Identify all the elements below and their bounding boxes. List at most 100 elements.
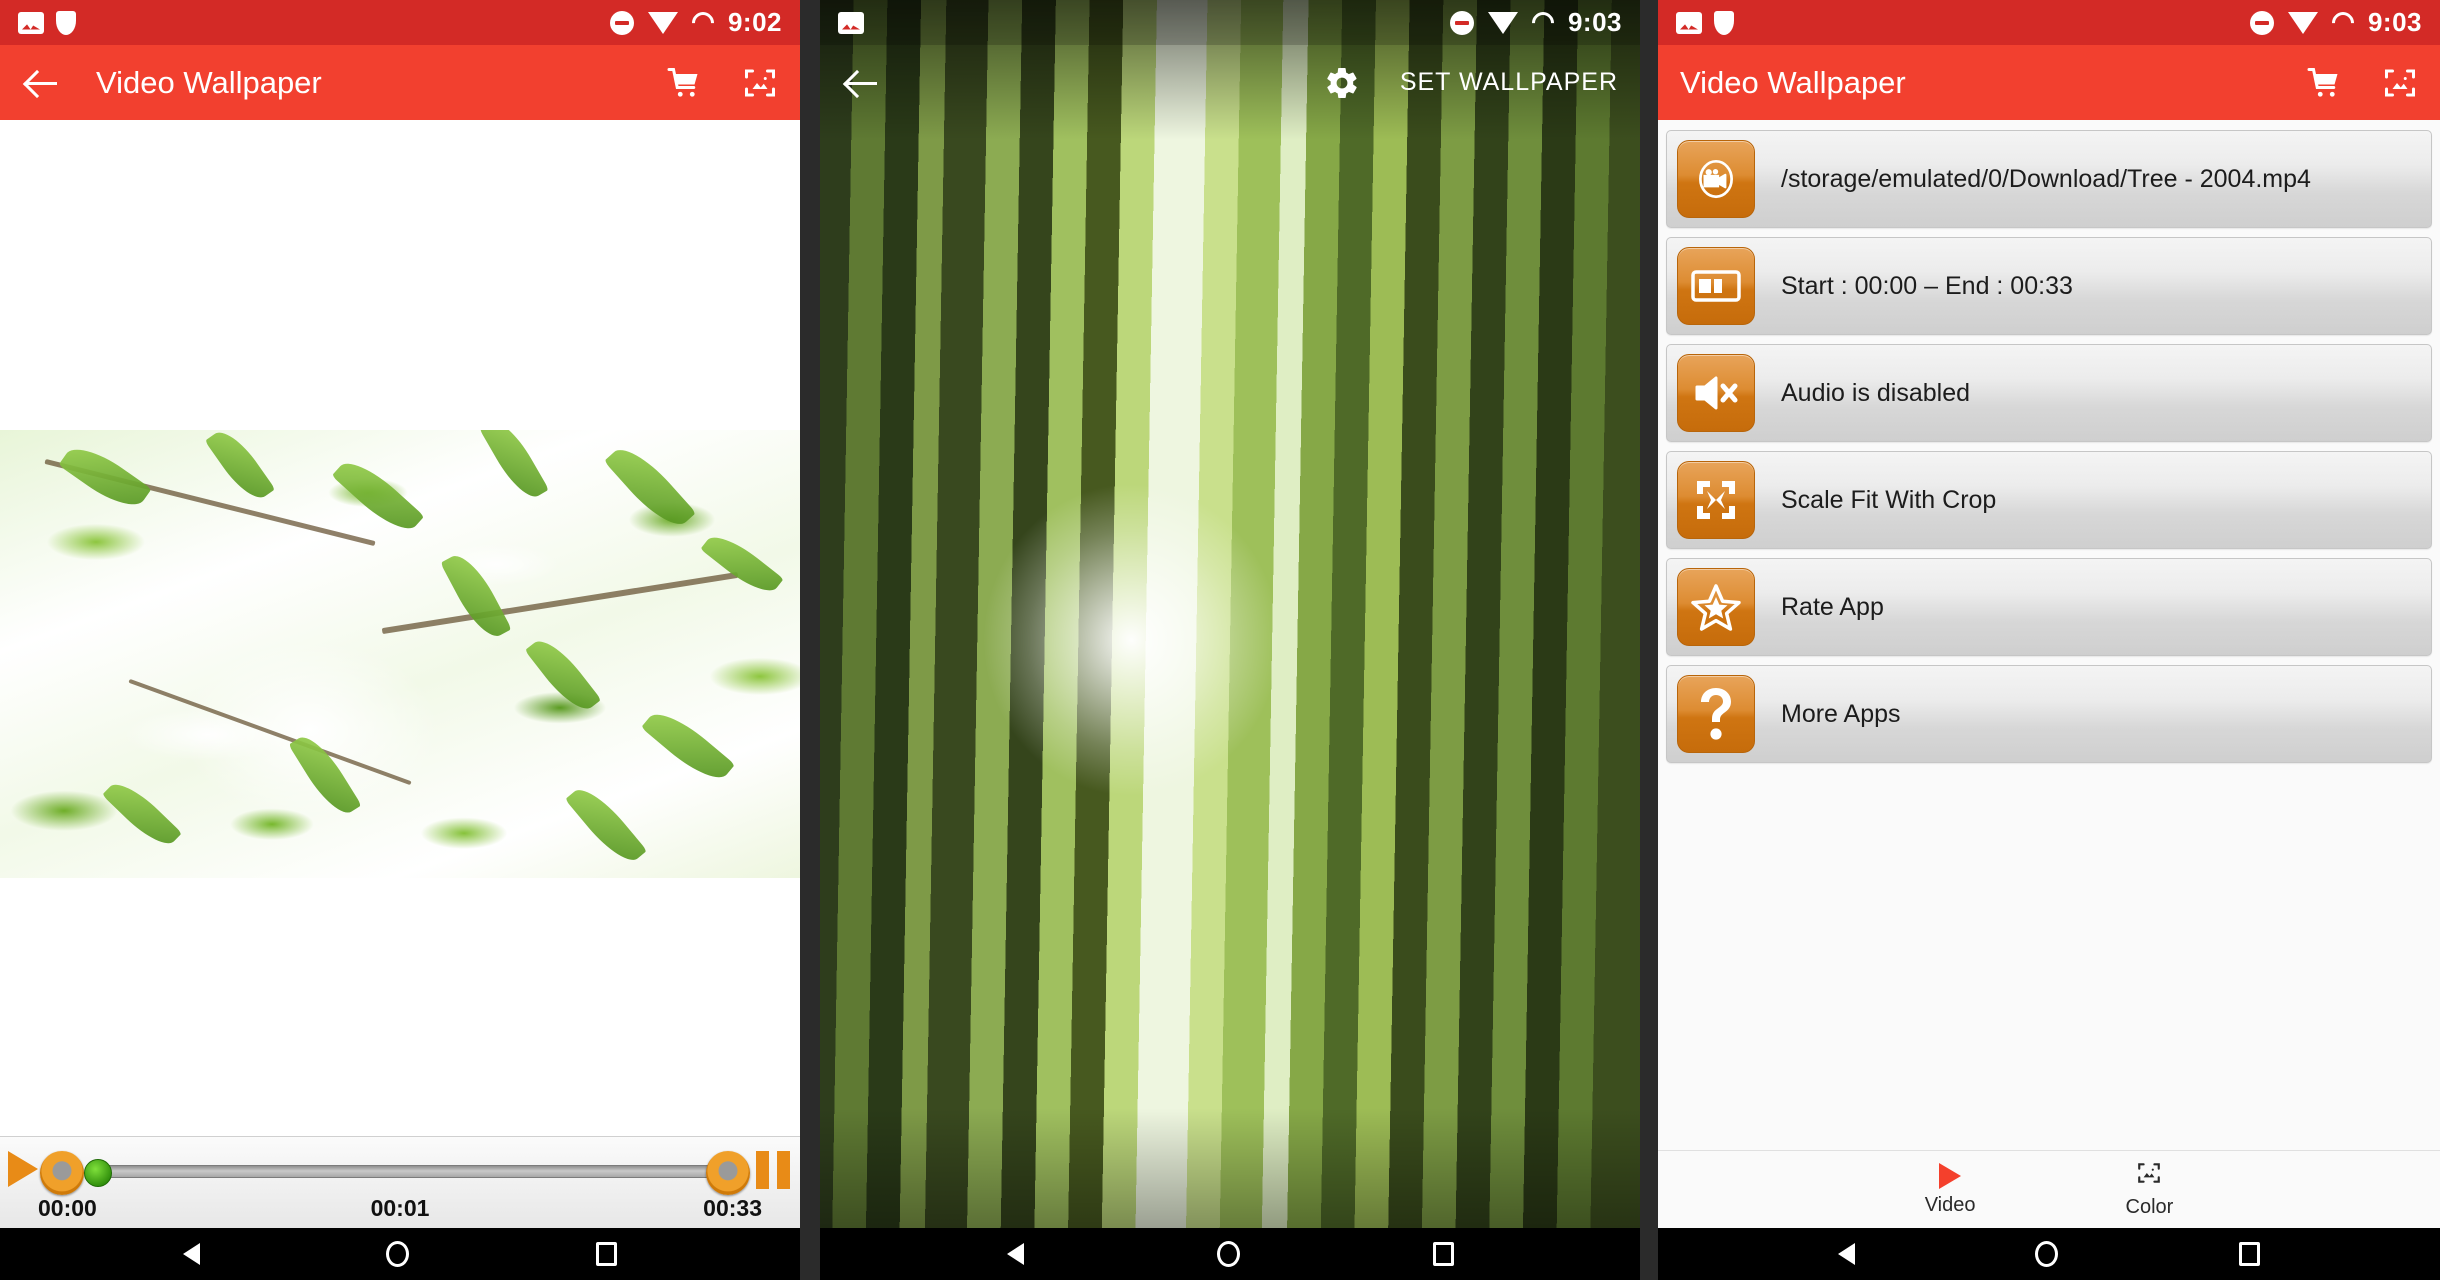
shield-icon (56, 10, 76, 35)
video-camera-icon (1677, 140, 1755, 218)
crop-image-icon[interactable] (742, 65, 778, 101)
status-left-icons (18, 10, 76, 35)
list-item-more-apps[interactable]: More Apps (1666, 665, 2432, 763)
nav-back-icon[interactable] (1838, 1243, 1856, 1265)
battery-icon (2327, 6, 2359, 39)
status-bar-2: 9:03 (820, 0, 1640, 45)
bottom-tab-bar: Video Color (1658, 1150, 2440, 1228)
nav-back-icon[interactable] (1006, 1243, 1024, 1265)
trim-end-handle[interactable] (706, 1151, 750, 1195)
app-bar-3: Video Wallpaper (1658, 45, 2440, 120)
list-item-label: Start : 00:00 – End : 00:33 (1781, 271, 2073, 300)
question-mark-icon (1677, 675, 1755, 753)
back-arrow-icon[interactable] (22, 63, 62, 103)
video-trim-controls: 00:00 00:01 00:33 (0, 1136, 800, 1228)
time-labels: 00:00 00:01 00:33 (0, 1195, 800, 1222)
list-item-video-path[interactable]: /storage/emulated/0/Download/Tree - 2004… (1666, 130, 2432, 228)
trim-range-icon (1677, 247, 1755, 325)
list-item-label: Scale Fit With Crop (1781, 485, 1997, 514)
list-item-label: More Apps (1781, 699, 1901, 728)
screen-divider (800, 0, 820, 1280)
scale-expand-icon (1677, 461, 1755, 539)
trim-start-handle[interactable] (40, 1151, 84, 1195)
status-left-icons (1676, 10, 1734, 35)
status-clock: 9:02 (727, 7, 782, 37)
video-preview-thumbnail[interactable] (0, 430, 800, 878)
status-bar-3: 9:03 (1658, 0, 2440, 45)
photo-icon (838, 11, 864, 34)
page-title: Video Wallpaper (96, 64, 322, 100)
back-arrow-icon[interactable] (842, 63, 882, 103)
do-not-disturb-icon (1449, 10, 1474, 35)
seek-track[interactable] (88, 1165, 732, 1178)
status-clock: 9:03 (1567, 7, 1622, 37)
pause-icon[interactable] (756, 1151, 790, 1189)
nav-home-icon[interactable] (1216, 1241, 1240, 1267)
list-item-rate-app[interactable]: Rate App (1666, 558, 2432, 656)
tab-label: Video (1924, 1193, 1976, 1216)
wallpaper-preview-fullscreen[interactable] (820, 0, 1640, 1280)
screenshot-root: 9:02 Video Wallpaper 00:00 00:01 00:33 9… (0, 0, 2440, 1280)
current-time-label: 00:01 (370, 1195, 430, 1221)
set-wallpaper-button[interactable]: SET WALLPAPER (1400, 68, 1618, 97)
list-item-scale-mode[interactable]: Scale Fit With Crop (1666, 451, 2432, 549)
panel1-content: 00:00 00:01 00:33 (0, 120, 800, 1280)
status-right-icons: 9:03 (2249, 6, 2422, 39)
status-clock: 9:03 (2367, 7, 2422, 37)
app-bar-2: SET WALLPAPER (820, 45, 1640, 120)
tab-label: Color (2125, 1196, 2174, 1218)
photo-icon (1676, 11, 1702, 34)
do-not-disturb-icon (2249, 10, 2274, 35)
status-right-icons: 9:03 (1449, 6, 1622, 39)
wifi-icon (647, 11, 678, 34)
list-item-label: Audio is disabled (1781, 378, 1971, 407)
tab-video[interactable]: Video (1924, 1162, 1976, 1217)
play-icon (1939, 1162, 1962, 1189)
list-item-trim-range[interactable]: Start : 00:00 – End : 00:33 (1666, 237, 2432, 335)
wifi-icon (1487, 11, 1518, 34)
cart-icon[interactable] (2306, 65, 2342, 101)
star-icon (1677, 568, 1755, 646)
sun-flare (180, 640, 440, 820)
leaf-foliage-image (820, 0, 1640, 1280)
battery-icon (1527, 6, 1559, 39)
battery-icon (687, 6, 719, 39)
nav-home-icon[interactable] (386, 1241, 410, 1267)
mute-speaker-icon (1677, 354, 1755, 432)
settings-list: /storage/emulated/0/Download/Tree - 2004… (1658, 120, 2440, 1228)
list-item-label: /storage/emulated/0/Download/Tree - 2004… (1781, 164, 2311, 193)
crop-image-icon (2136, 1160, 2162, 1191)
cart-icon[interactable] (666, 65, 702, 101)
gear-icon[interactable] (1324, 65, 1360, 101)
system-nav-bar-2 (820, 1228, 1640, 1280)
nav-back-icon[interactable] (183, 1243, 201, 1265)
list-item-audio[interactable]: Audio is disabled (1666, 344, 2432, 442)
crop-image-icon[interactable] (2382, 65, 2418, 101)
shield-icon (1714, 10, 1734, 35)
bottom-scrim (820, 1108, 1640, 1228)
app-bar-actions (2306, 65, 2418, 101)
page-title: Video Wallpaper (1680, 64, 1906, 100)
do-not-disturb-icon (609, 10, 634, 35)
wifi-icon (2287, 11, 2318, 34)
system-nav-bar-1 (0, 1228, 800, 1280)
status-left-icons (838, 11, 864, 34)
nav-recents-icon[interactable] (2238, 1242, 2260, 1266)
list-item-label: Rate App (1781, 592, 1884, 621)
photo-icon (18, 11, 44, 34)
phone-screen-3: 9:03 Video Wallpaper /storage/emulated/0… (1658, 0, 2440, 1280)
screen-divider (1640, 0, 1658, 1280)
nav-home-icon[interactable] (2035, 1241, 2059, 1267)
app-bar-1: Video Wallpaper (0, 45, 800, 120)
play-icon[interactable] (8, 1151, 38, 1187)
app-bar-actions: SET WALLPAPER (1324, 65, 1618, 101)
nav-recents-icon[interactable] (595, 1242, 617, 1266)
playhead-handle[interactable] (84, 1159, 112, 1187)
phone-screen-2: 9:03 SET WALLPAPER (820, 0, 1640, 1280)
phone-screen-1: 9:02 Video Wallpaper 00:00 00:01 00:33 (0, 0, 800, 1280)
status-right-icons: 9:02 (609, 6, 782, 39)
nav-recents-icon[interactable] (1432, 1242, 1454, 1266)
status-bar-1: 9:02 (0, 0, 800, 45)
tab-color[interactable]: Color (2125, 1160, 2174, 1219)
system-nav-bar-3 (1658, 1228, 2440, 1280)
